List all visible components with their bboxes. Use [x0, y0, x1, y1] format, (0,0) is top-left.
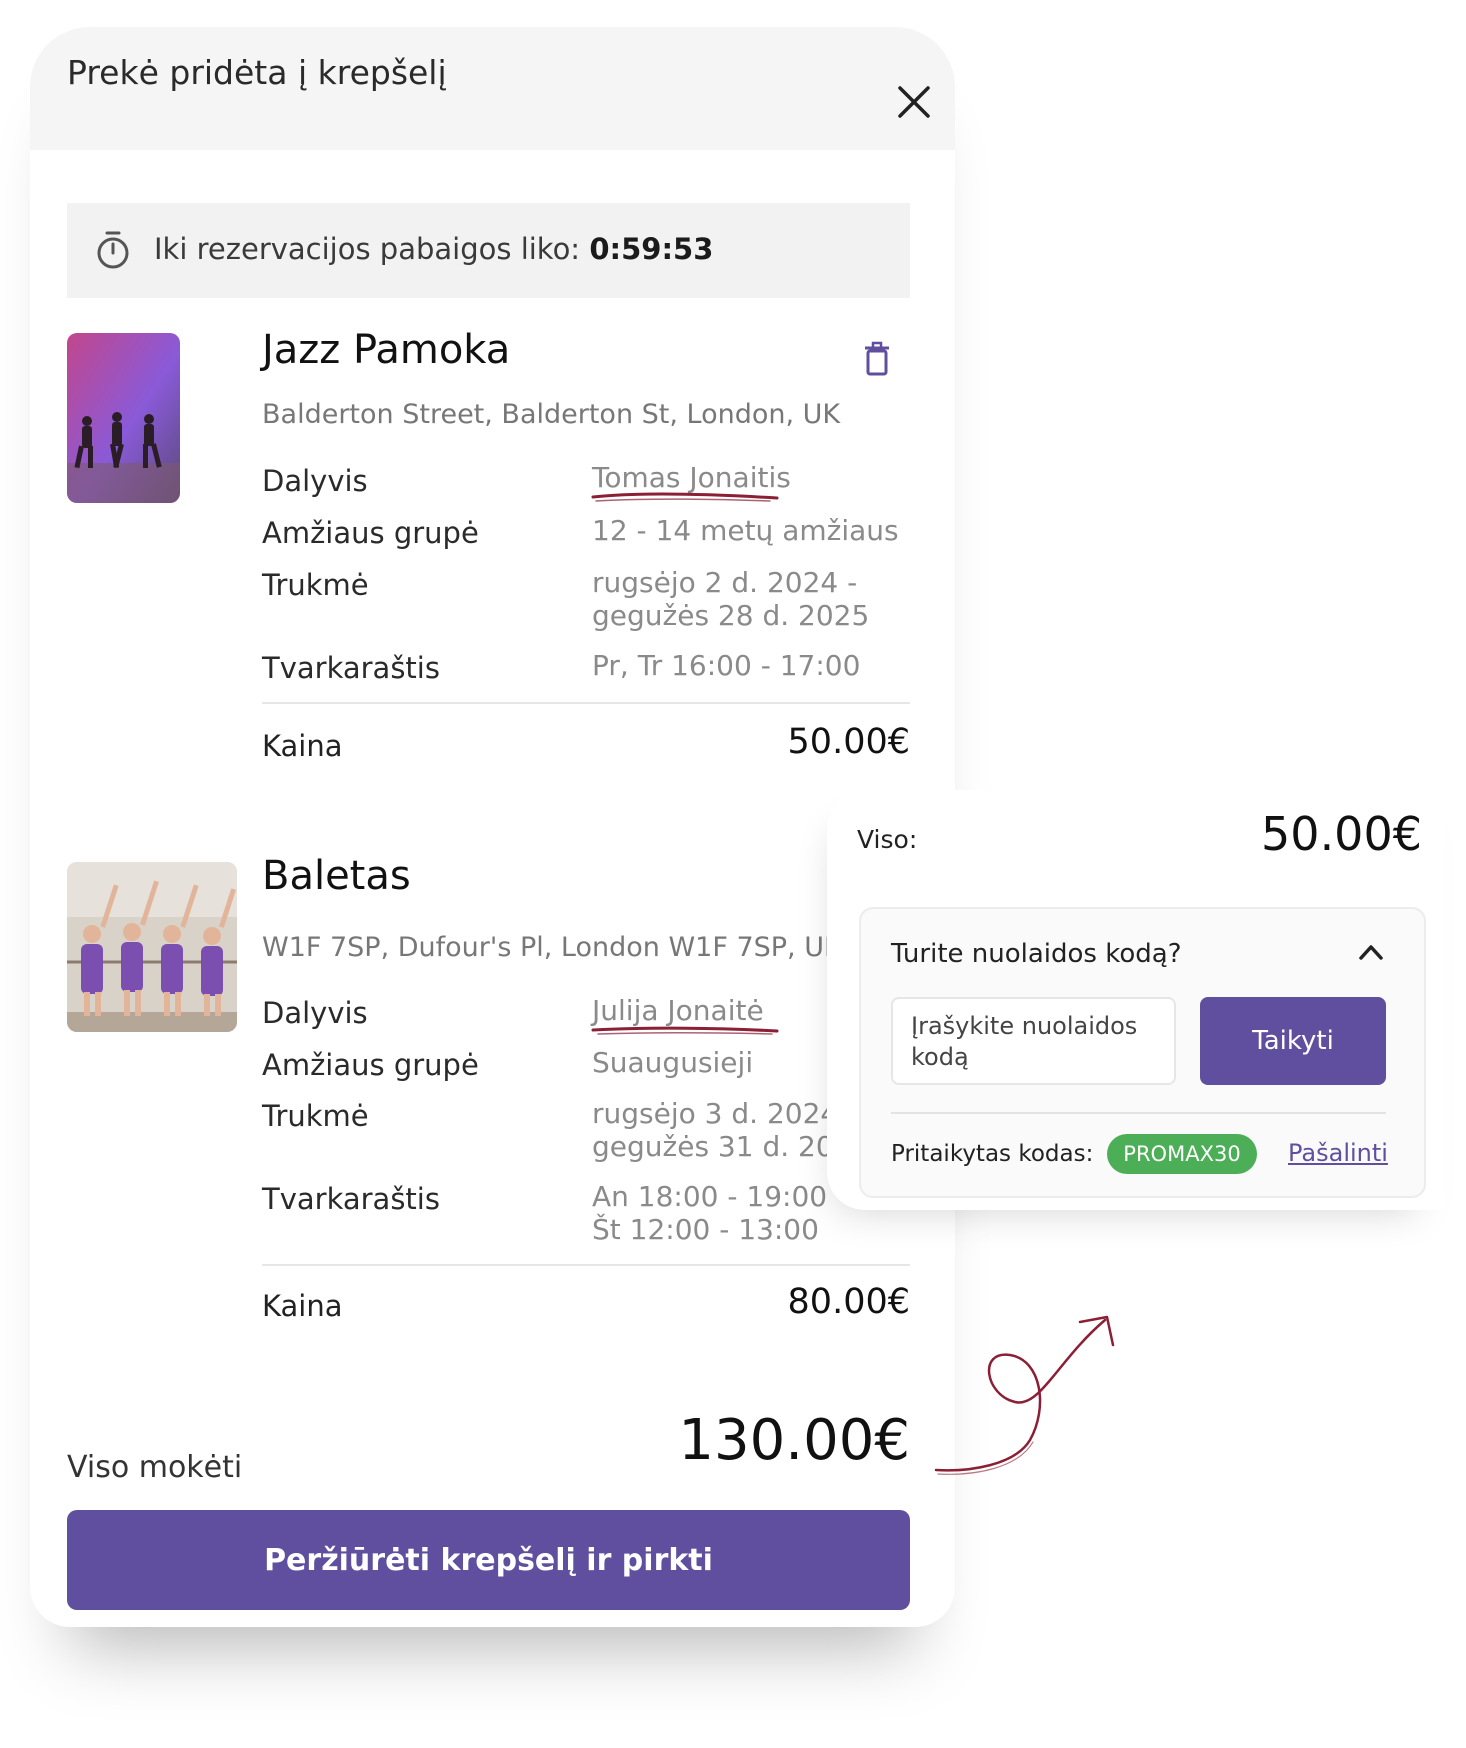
price-label: Kaina [262, 729, 343, 763]
item-title: Baletas [262, 853, 411, 899]
duration-value: rugsėjo 3 d. 2024 gegužės 31 d. 202 [592, 1097, 852, 1163]
chevron-up-icon[interactable] [1358, 942, 1384, 962]
price-value: 80.00€ [787, 1282, 910, 1322]
close-icon[interactable] [896, 84, 932, 120]
participant-label: Dalyvis [262, 464, 368, 498]
age-group-label: Amžiaus grupė [262, 1048, 479, 1082]
discount-question: Turite nuolaidos kodą? [891, 939, 1182, 969]
timer-text: Iki rezervacijos pabaigos liko: 0:59:53 [154, 232, 713, 266]
participant-underline [591, 1026, 779, 1035]
duration-value: rugsėjo 2 d. 2024 - gegužės 28 d. 2025 [592, 566, 870, 632]
reservation-timer: Iki rezervacijos pabaigos liko: 0:59:53 [67, 203, 910, 298]
schedule-value: Pr, Tr 16:00 - 17:00 [592, 649, 861, 682]
item-address: W1F 7SP, Dufour's Pl, London W1F 7SP, UK [262, 932, 842, 963]
participant-underline [591, 492, 779, 502]
age-group-value: 12 - 14 metų amžiaus [592, 514, 899, 547]
divider [891, 1112, 1386, 1114]
curly-arrow-icon [934, 1315, 1115, 1475]
ballet-class-image [67, 862, 237, 1032]
participant-label: Dalyvis [262, 996, 368, 1030]
order-summary-card: Viso: 50.00€ Turite nuolaidos kodą? Taik… [827, 790, 1445, 1210]
price-label: Kaina [262, 1289, 343, 1323]
applied-code-badge: PROMAX30 [1107, 1134, 1257, 1174]
price-value: 50.00€ [787, 722, 910, 762]
timer-label: Iki rezervacijos pabaigos liko: [154, 232, 581, 266]
checkout-button[interactable]: Peržiūrėti krepšelį ir pirkti [67, 1510, 910, 1610]
duration-label: Trukmė [262, 1099, 369, 1133]
total-value: 130.00€ [678, 1408, 910, 1473]
stopwatch-icon [97, 231, 129, 269]
age-group-label: Amžiaus grupė [262, 516, 479, 550]
panel-header: Prekė pridėta į krepšelį [30, 27, 955, 150]
timer-value: 0:59:53 [589, 232, 714, 266]
summary-total-value: 50.00€ [1261, 807, 1422, 861]
participant-value: Julija Jonaitė [592, 994, 764, 1027]
item-address: Balderton Street, Balderton St, London, … [262, 399, 841, 430]
trash-icon[interactable] [862, 341, 892, 377]
summary-total-label: Viso: [857, 825, 918, 854]
discount-code-input[interactable] [891, 997, 1176, 1085]
remove-code-link[interactable]: Pašalinti [1288, 1139, 1388, 1167]
divider [262, 702, 910, 704]
apply-discount-button[interactable]: Taikyti [1200, 997, 1386, 1085]
item-title: Jazz Pamoka [262, 327, 511, 373]
schedule-label: Tvarkaraštis [262, 651, 440, 685]
schedule-label: Tvarkaraštis [262, 1182, 440, 1216]
duration-label: Trukmė [262, 568, 369, 602]
total-label: Viso mokėti [67, 1450, 243, 1485]
applied-code-label: Pritaikytas kodas: [891, 1141, 1094, 1167]
panel-title: Prekė pridėta į krepšelį [67, 53, 447, 92]
discount-section: Turite nuolaidos kodą? Taikyti Pritaikyt… [859, 907, 1426, 1198]
divider [262, 1264, 910, 1266]
age-group-value: Suaugusieji [592, 1046, 754, 1079]
jazz-class-image [67, 333, 180, 503]
schedule-value: An 18:00 - 19:00 Št 12:00 - 13:00 [592, 1180, 828, 1246]
